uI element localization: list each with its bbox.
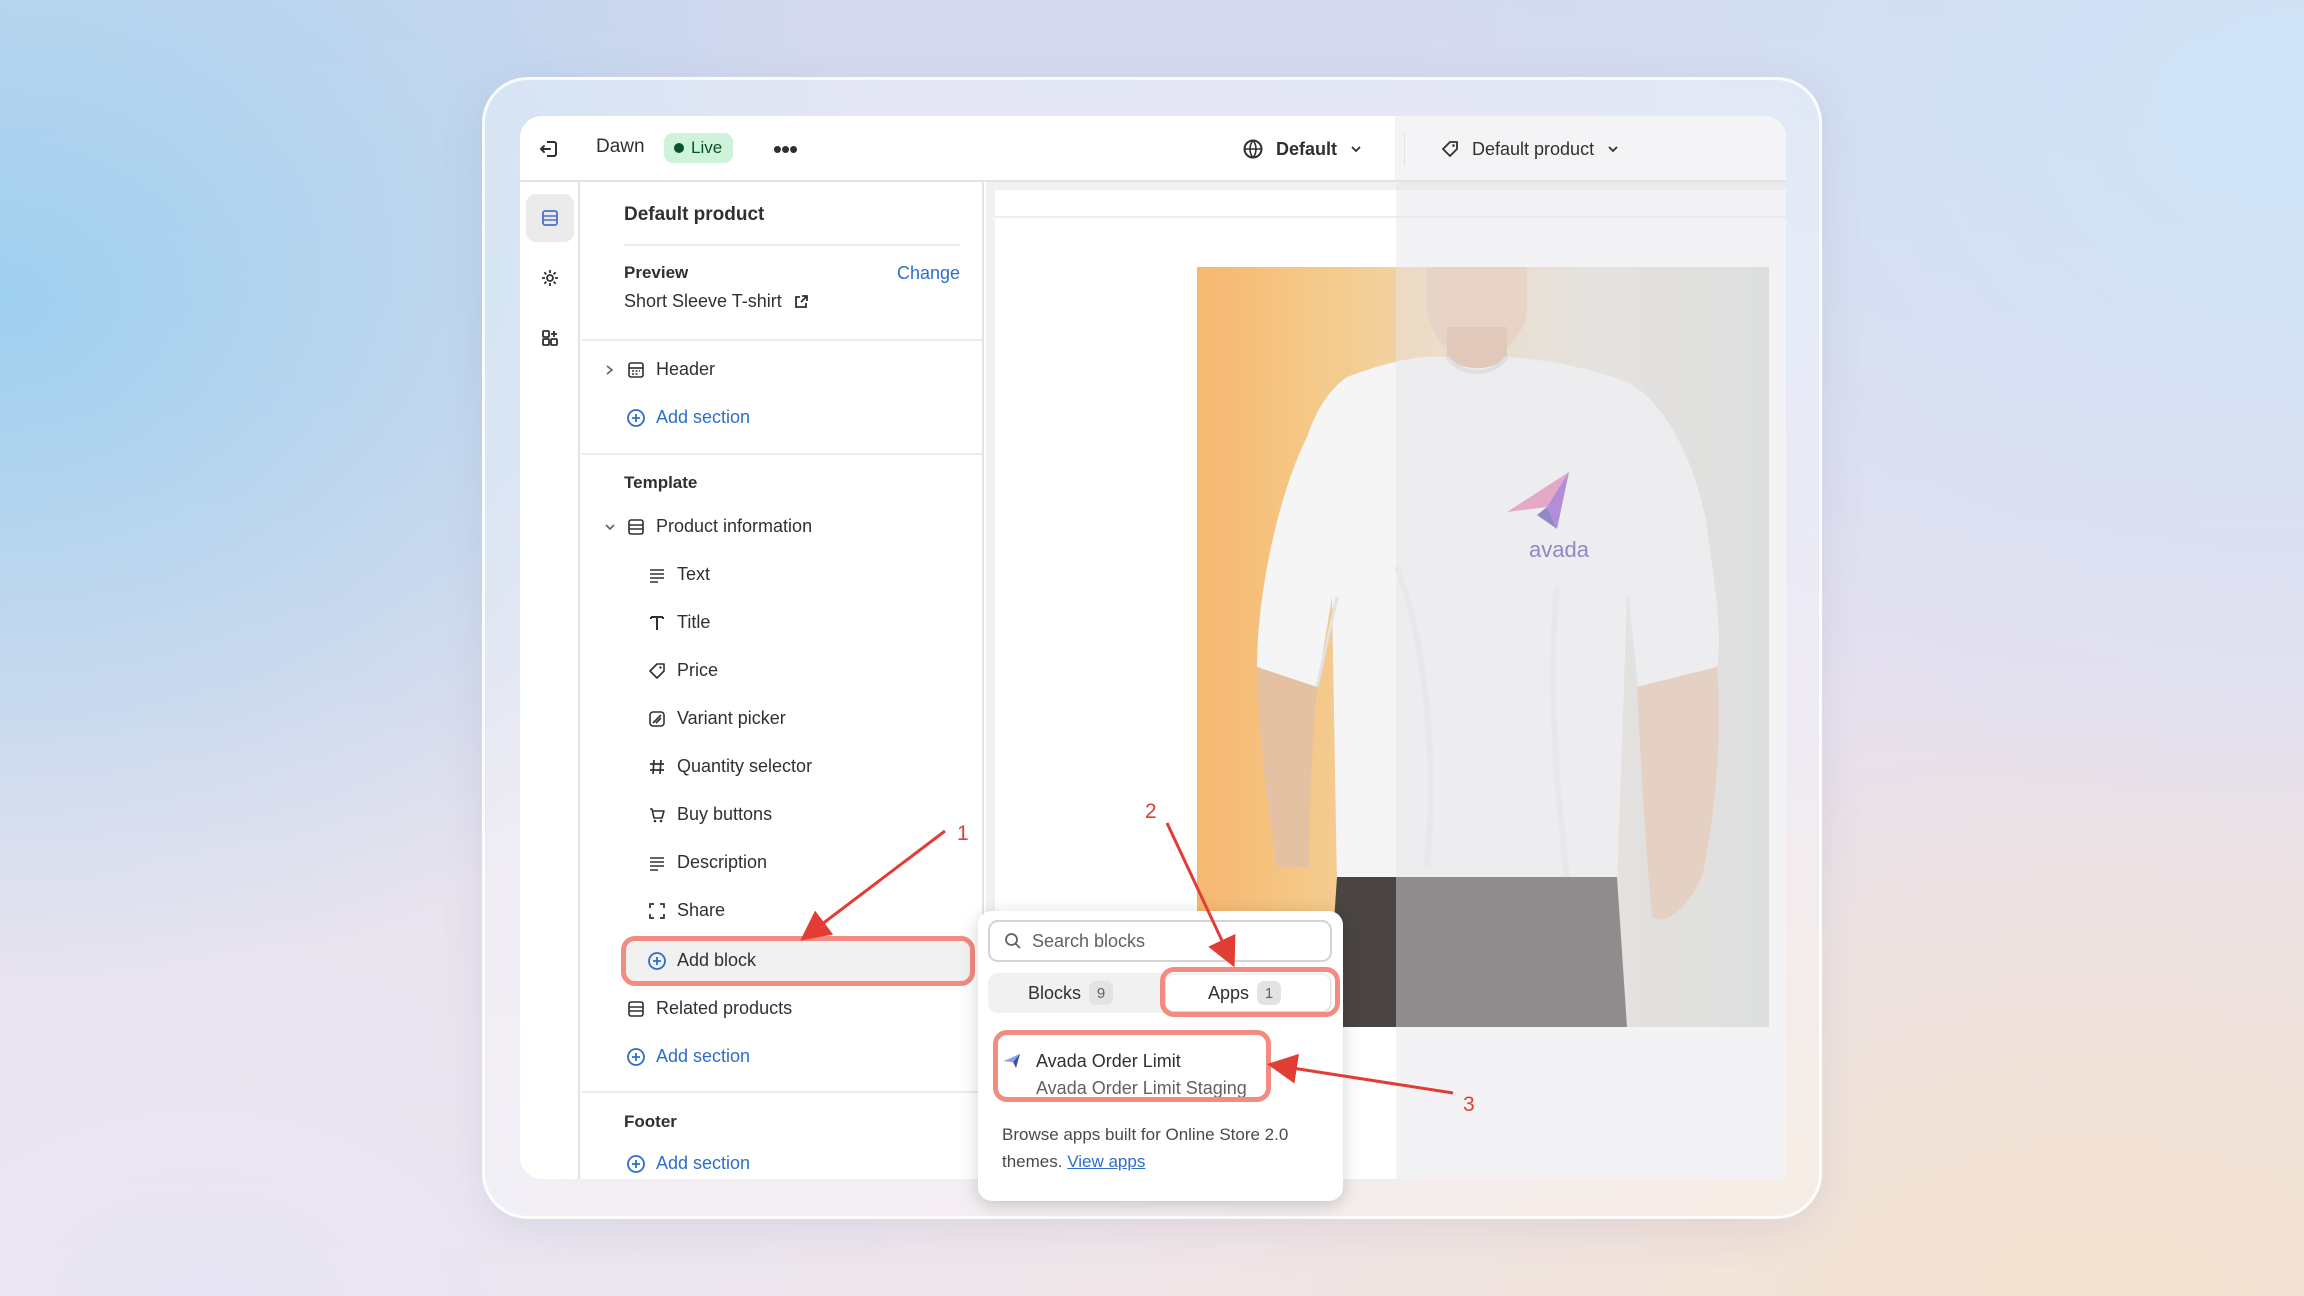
divider	[1404, 132, 1405, 166]
highlight-apps-tab	[1160, 967, 1340, 1017]
chevron-down-icon	[1351, 146, 1361, 153]
template-selector[interactable]: Default product	[1440, 132, 1620, 166]
settings-tab[interactable]	[526, 254, 574, 302]
count-badge: 9	[1089, 981, 1114, 1005]
sections-icon	[542, 210, 558, 226]
chevron-down-icon	[605, 523, 615, 530]
page-title: Default product	[624, 204, 765, 225]
apps-icon	[542, 330, 558, 346]
divider	[582, 453, 982, 455]
section-label: Product information	[656, 516, 813, 536]
search-blocks-input[interactable]: Search blocks	[988, 920, 1332, 962]
add-section-button[interactable]: Add section	[626, 407, 750, 428]
highlight-add-block	[621, 936, 975, 986]
top-bar: Dawn Live ••• Default Default product	[520, 116, 1786, 182]
add-section-label: Add section	[656, 1153, 751, 1173]
add-section-button[interactable]: Add section	[626, 1153, 750, 1174]
add-section-button[interactable]: Add section	[626, 1046, 750, 1067]
exit-icon	[539, 141, 557, 157]
divider	[582, 339, 982, 341]
annotation-step-2: 2	[1145, 800, 1157, 823]
block-item-text[interactable]: Text	[647, 564, 710, 585]
section-header[interactable]: Header	[604, 359, 715, 380]
share-icon	[649, 902, 665, 919]
icon-rail	[520, 182, 580, 1179]
gear-icon	[542, 270, 558, 286]
sections-sidebar	[580, 182, 984, 1179]
view-apps-link[interactable]: View apps	[1067, 1152, 1145, 1171]
footer-group-label: Footer	[624, 1112, 677, 1131]
text-icon	[650, 568, 664, 583]
add-section-label: Add section	[656, 1046, 751, 1066]
hash-icon	[650, 759, 664, 774]
section-icon	[628, 518, 644, 535]
block-item-price[interactable]: Price	[647, 660, 718, 681]
preview-product-label: Short Sleeve T-shirt	[624, 291, 782, 311]
apps-tab[interactable]	[526, 314, 574, 362]
language-label: Default	[1276, 138, 1338, 159]
chevron-down-icon	[1608, 146, 1618, 153]
tab-blocks[interactable]: Blocks 9	[1028, 973, 1114, 1013]
search-placeholder: Search blocks	[1032, 930, 1146, 951]
block-label: Price	[677, 660, 719, 680]
tab-label: Blocks	[1028, 982, 1082, 1003]
block-item-buy-buttons[interactable]: Buy buttons	[647, 804, 772, 825]
section-related-products[interactable]: Related products	[626, 998, 792, 1019]
sections-tab[interactable]	[526, 194, 574, 242]
preview-label: Preview	[624, 263, 689, 282]
live-badge: Live	[664, 133, 734, 163]
price-tag-icon	[649, 662, 665, 679]
block-item-quantity-selector[interactable]: Quantity selector	[647, 756, 812, 777]
change-preview-link[interactable]: Change	[897, 263, 960, 284]
block-item-title[interactable]: Title	[647, 612, 710, 633]
tag-icon	[1442, 141, 1458, 157]
cart-icon	[650, 807, 665, 822]
block-label: Buy buttons	[677, 804, 773, 824]
block-label: Text	[677, 564, 711, 584]
text-icon	[650, 856, 664, 871]
chevron-right-icon	[606, 364, 614, 375]
annotation-step-1: 1	[957, 822, 969, 845]
header-section-icon	[628, 361, 644, 378]
language-selector[interactable]: Default	[1242, 132, 1363, 166]
block-label: Quantity selector	[677, 756, 813, 776]
block-item-variant-picker[interactable]: Variant picker	[647, 708, 786, 729]
more-icon: •••	[772, 133, 798, 164]
block-label: Share	[677, 900, 726, 920]
preview-dim-overlay	[1396, 182, 1786, 1179]
block-label: Description	[677, 852, 768, 872]
template-label: Default product	[1472, 138, 1595, 159]
title-icon	[650, 615, 664, 630]
theme-name: Dawn	[596, 136, 645, 157]
divider	[582, 1091, 982, 1093]
variant-icon	[649, 710, 665, 727]
annotation-step-3: 3	[1463, 1093, 1475, 1116]
divider	[624, 244, 960, 246]
block-item-description[interactable]: Description	[647, 852, 767, 873]
external-link-icon	[794, 294, 808, 308]
live-label: Live	[691, 138, 723, 157]
block-item-share[interactable]: Share	[647, 900, 725, 921]
template-group-label: Template	[624, 473, 698, 492]
plus-circle-icon	[627, 1047, 645, 1066]
globe-icon	[1243, 139, 1263, 159]
section-icon	[628, 1000, 644, 1017]
browse-apps-text: Browse apps built for Online Store 2.0 t…	[1002, 1121, 1332, 1175]
exit-button[interactable]	[532, 132, 566, 166]
section-product-information[interactable]: Product information	[604, 516, 812, 537]
live-dot-icon	[674, 143, 684, 153]
section-label: Related products	[656, 998, 793, 1018]
more-actions-button[interactable]: •••	[768, 132, 802, 166]
search-icon	[1005, 933, 1021, 949]
add-section-label: Add section	[656, 407, 751, 427]
highlight-app-item	[993, 1030, 1271, 1102]
block-label: Title	[677, 612, 711, 632]
plus-circle-icon	[627, 408, 645, 427]
section-label: Header	[656, 359, 716, 379]
block-label: Variant picker	[677, 708, 786, 728]
preview-product[interactable]: Short Sleeve T-shirt	[624, 291, 810, 312]
plus-circle-icon	[627, 1154, 645, 1173]
